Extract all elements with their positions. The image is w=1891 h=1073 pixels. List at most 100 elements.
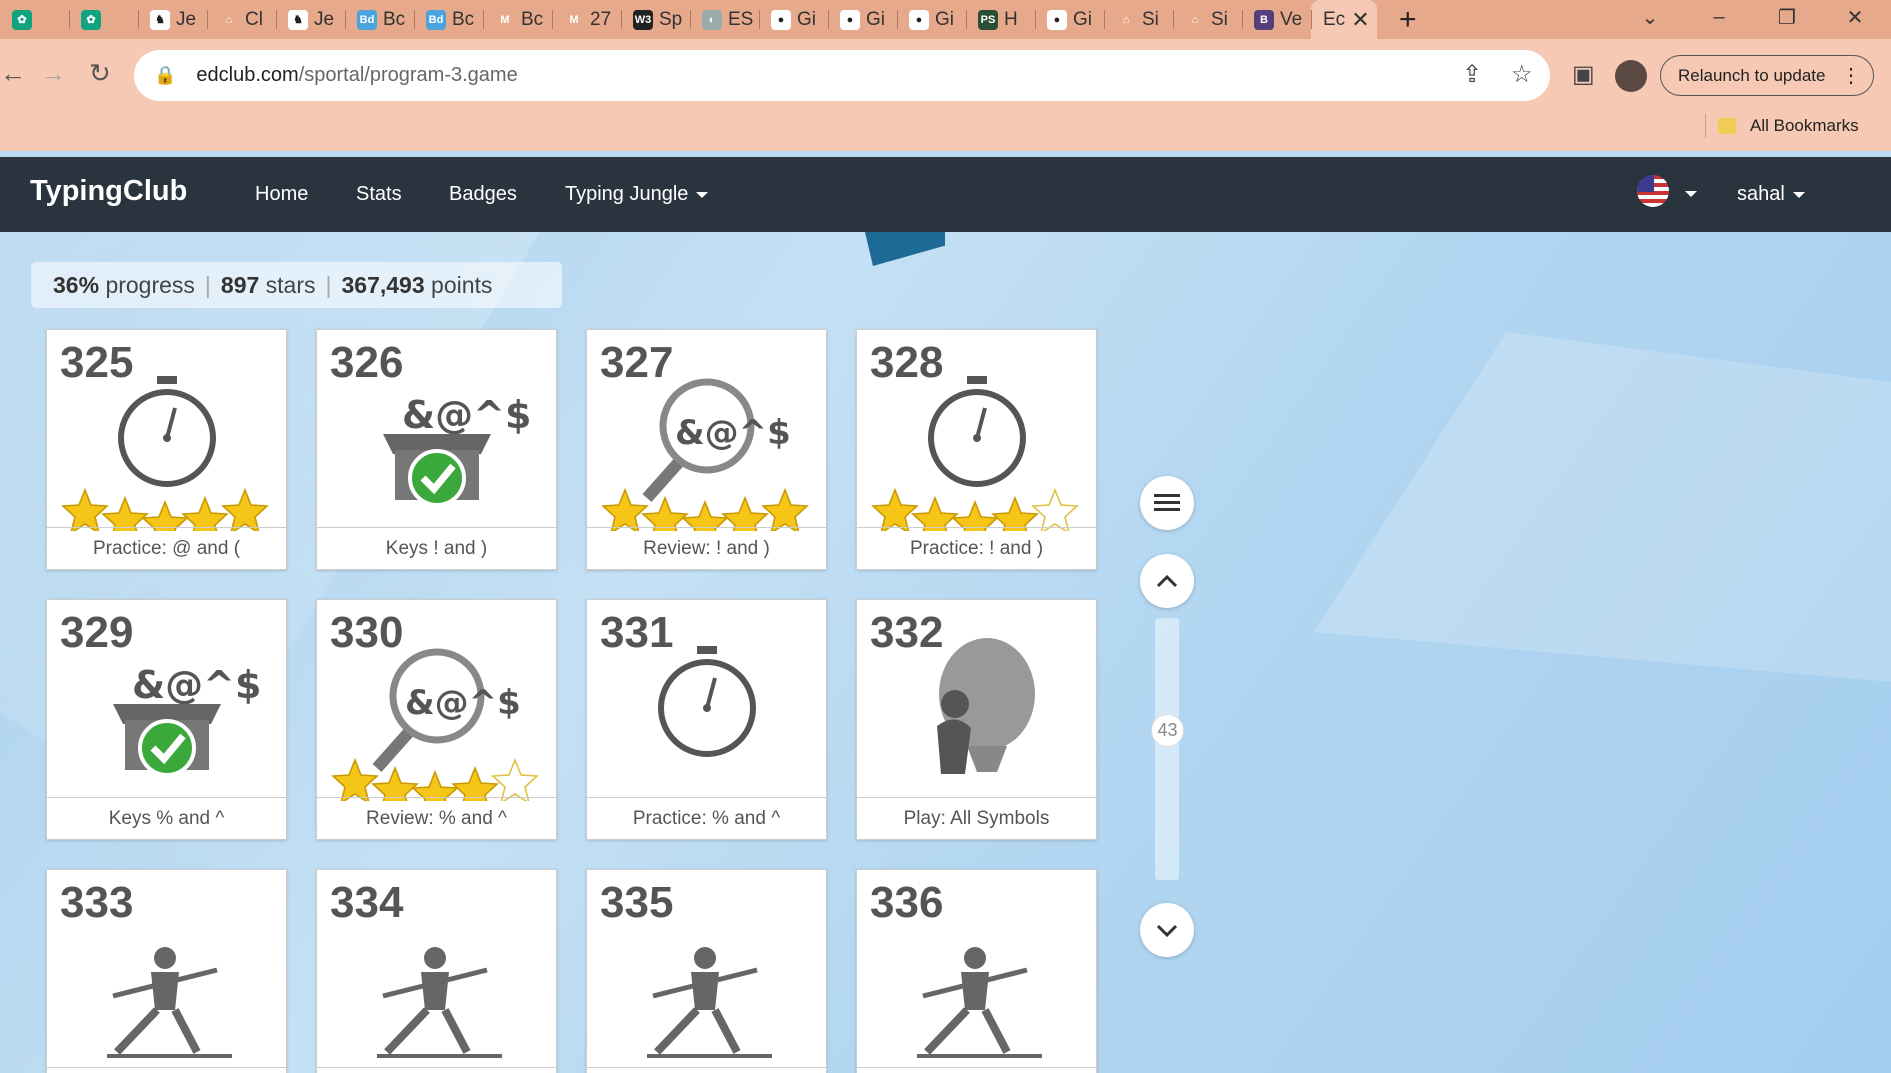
share-icon[interactable]: ⇪ [1462, 60, 1482, 89]
back-icon[interactable]: ← [0, 58, 26, 89]
language-caret-icon[interactable] [1685, 191, 1697, 197]
lesson-title: Review: % and ^ [317, 797, 556, 839]
folder-icon [1718, 118, 1736, 134]
browser-tab[interactable]: B Ve [1242, 0, 1311, 39]
github-icon: ● [1047, 9, 1067, 30]
stars-stat: 897 stars [221, 272, 316, 299]
balloon-game-icon [937, 638, 1035, 774]
yoga-pose-icon [107, 947, 232, 1058]
browser-tab[interactable]: M 27 [552, 0, 621, 39]
lesson-card[interactable]: 332 Play: All Symbols [856, 599, 1097, 840]
lesson-card[interactable]: 331 Practice: % and ^ [586, 599, 827, 840]
browser-tab[interactable]: ● Gi [828, 0, 897, 39]
browser-tab[interactable]: Bd Bc [345, 0, 414, 39]
tab-title: Gi [866, 8, 885, 30]
scroll-position-knob[interactable]: 43 [1151, 714, 1184, 747]
user-menu[interactable]: sahal [1737, 183, 1805, 206]
scroll-down-button[interactable] [1140, 903, 1194, 957]
new-tab-button[interactable]: + [1399, 3, 1417, 37]
lesson-icon: &@^$ [113, 663, 261, 777]
nav-home[interactable]: Home [255, 183, 308, 206]
bookmark-star-icon[interactable]: ☆ [1511, 60, 1533, 89]
scroll-track[interactable] [1155, 618, 1179, 880]
lesson-card[interactable]: 336 [856, 869, 1097, 1073]
close-tab-icon[interactable]: ✕ [1351, 7, 1369, 33]
progress-percent: 36% [53, 271, 100, 298]
browser-tab[interactable]: M Bc [483, 0, 552, 39]
lesson-card[interactable]: 335 [586, 869, 827, 1073]
lesson-card[interactable]: 326 &@^$ Keys ! and ) [316, 329, 557, 570]
lesson-title [317, 1067, 556, 1073]
browser-tab[interactable]: ● Gi [1035, 0, 1104, 39]
menu-button[interactable] [1140, 476, 1194, 530]
nav-typing-jungle[interactable]: Typing Jungle [565, 183, 709, 206]
close-window-button[interactable]: ✕ [1823, 0, 1887, 34]
site-header: TypingClub Home Stats Badges Typing Jung… [0, 157, 1891, 232]
lesson-icon [917, 947, 1042, 1058]
lesson-card[interactable]: 327 &@^$ Review: ! and ) [586, 329, 827, 570]
codepen-icon: ⌂ [219, 9, 239, 30]
browser-tab[interactable]: PS H [966, 0, 1035, 39]
nav-badges[interactable]: Badges [449, 183, 517, 206]
codepen-icon: ⌂ [1185, 9, 1205, 30]
magnifier-icon: &@^$ [642, 378, 791, 502]
browser-tab[interactable]: ⌂ Si [1173, 0, 1242, 39]
yoga-pose-icon [647, 947, 772, 1058]
tab-search-icon[interactable]: ⌄ [1618, 0, 1682, 34]
more-menu-icon[interactable]: ⋮ [1841, 63, 1861, 88]
lesson-card[interactable]: 334 [316, 869, 557, 1073]
lesson-title: Keys % and ^ [47, 797, 286, 839]
username: sahal [1737, 183, 1785, 205]
site-logo[interactable]: TypingClub [30, 175, 187, 208]
lesson-title: Practice: @ and ( [47, 527, 286, 569]
browser-tab[interactable]: ♞ Je [276, 0, 345, 39]
browser-tab[interactable]: ⌂ Cl [207, 0, 276, 39]
lesson-card[interactable]: 328 Practice: ! and ) [856, 329, 1097, 570]
side-panel-icon[interactable]: ▣ [1572, 60, 1595, 89]
minimize-button[interactable]: – [1687, 0, 1751, 34]
browser-tab[interactable]: ⌂ Si [1104, 0, 1173, 39]
lock-icon: 🔒 [154, 65, 177, 85]
browser-tab[interactable]: ● Gi [897, 0, 966, 39]
relaunch-button[interactable]: Relaunch to update ⋮ [1660, 55, 1874, 96]
lesson-card[interactable]: 325 Practice: @ and ( [46, 329, 287, 570]
bd-icon: Bd [426, 9, 446, 30]
browser-tab[interactable]: W3 Sp [621, 0, 690, 39]
lesson-title: Play: All Symbols [857, 797, 1096, 839]
url-host: edclub.com [196, 64, 299, 86]
svg-text:&@^$: &@^$ [402, 393, 531, 437]
lesson-map: 36% progress | 897 stars | 367,493 point… [0, 232, 1891, 1073]
tab-title: Gi [1073, 8, 1092, 30]
tab-title: 27 [590, 8, 612, 30]
browser-tab[interactable]: ✿ [0, 0, 69, 39]
lesson-card[interactable]: 329 &@^$ Keys % and ^ [46, 599, 287, 840]
lesson-icon: &@^$ [383, 393, 531, 507]
us-flag-icon[interactable] [1637, 175, 1669, 207]
chevron-down-icon [1156, 924, 1178, 937]
svg-text:&@^$: &@^$ [132, 663, 261, 707]
tab-title: Ve [1280, 8, 1303, 30]
address-bar[interactable]: 🔒 edclub.com/sportal/program-3.game [134, 50, 1550, 101]
lesson-title: Practice: % and ^ [587, 797, 826, 839]
github-icon: ● [771, 9, 791, 30]
stars-count: 897 [220, 271, 260, 298]
browser-tab[interactable]: Bd Bc [414, 0, 483, 39]
browser-tab[interactable]: ● Gi [759, 0, 828, 39]
svg-text:&@^$: &@^$ [675, 413, 791, 453]
browser-tab[interactable]: ◐ ES [690, 0, 759, 39]
browser-tab[interactable]: ♞ Je [138, 0, 207, 39]
browser-tab[interactable]: ✿ [69, 0, 138, 39]
lesson-card[interactable]: 330 &@^$ Review: % and ^ [316, 599, 557, 840]
scroll-up-button[interactable] [1140, 554, 1194, 608]
points-label: points [431, 271, 493, 298]
points-count: 367,493 [341, 271, 425, 298]
browser-tab-active[interactable]: Ec ✕ [1311, 0, 1377, 39]
forward-icon[interactable]: → [40, 58, 66, 89]
tab-title: Si [1211, 8, 1228, 30]
profile-avatar[interactable] [1615, 60, 1647, 92]
reload-icon[interactable]: ↻ [89, 58, 111, 89]
maximize-button[interactable]: ❐ [1755, 0, 1819, 34]
all-bookmarks-button[interactable]: All Bookmarks [1718, 116, 1859, 136]
lesson-card[interactable]: 333 [46, 869, 287, 1073]
nav-stats[interactable]: Stats [356, 183, 402, 206]
